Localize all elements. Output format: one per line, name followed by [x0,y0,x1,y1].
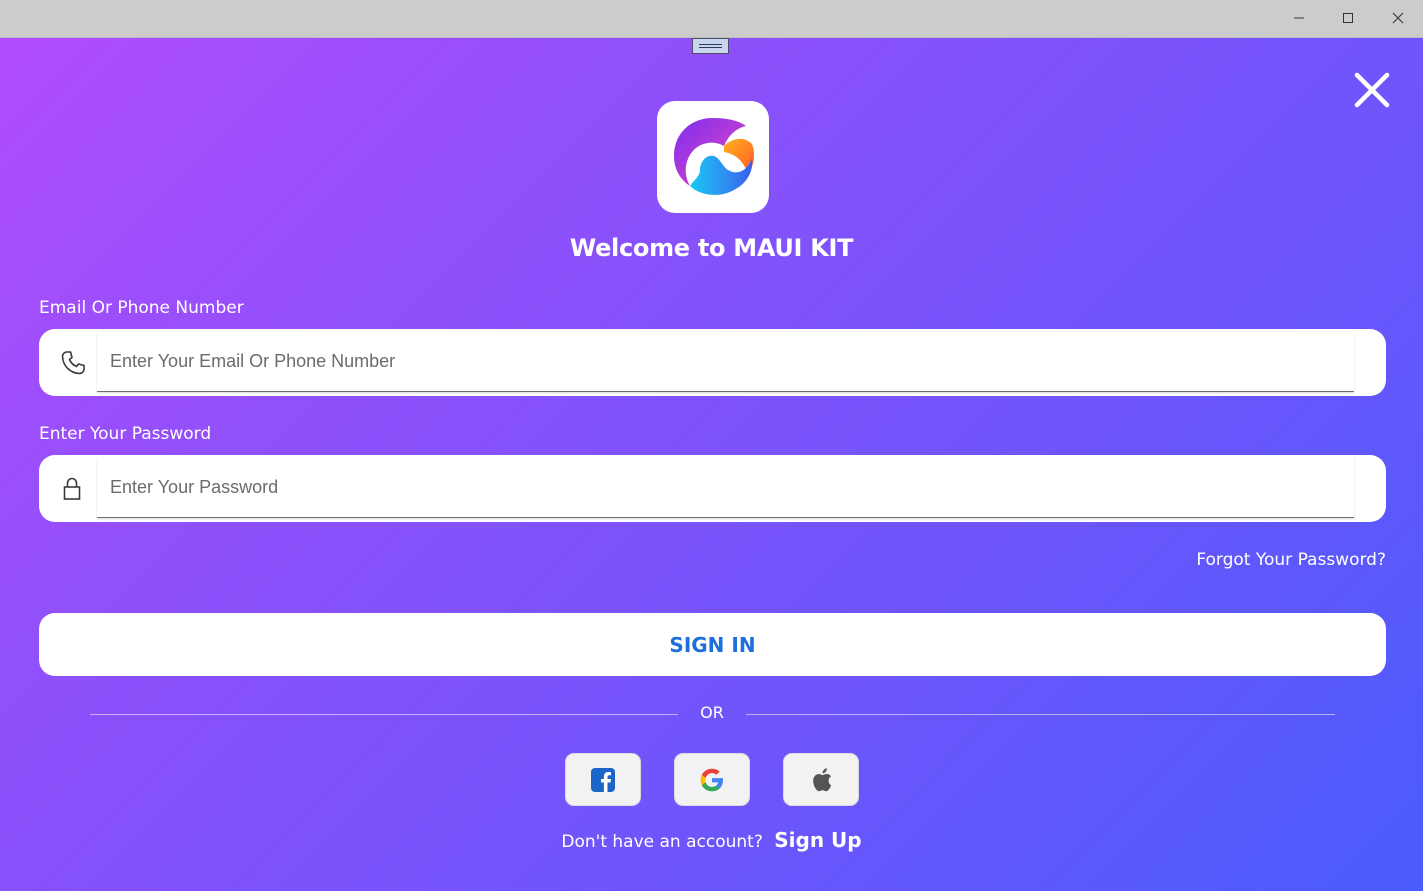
maximize-button[interactable] [1323,0,1373,36]
maximize-icon [1343,13,1353,23]
email-label: Email Or Phone Number [39,298,244,318]
signup-row: Don't have an account? Sign Up [0,828,1423,852]
apple-icon [813,767,832,791]
drag-handle[interactable] [692,38,729,54]
app-logo [657,101,769,213]
close-icon [1392,12,1404,24]
sign-in-button[interactable]: SIGN IN [39,613,1386,676]
google-icon [700,768,723,791]
login-page: Welcome to MAUI KIT Email Or Phone Numbe… [0,38,1423,891]
password-label: Enter Your Password [39,424,212,444]
app-window: Welcome to MAUI KIT Email Or Phone Numbe… [0,0,1423,891]
minimize-icon [1294,17,1304,19]
divider-right [746,714,1335,715]
or-divider-text: OR [700,703,724,722]
email-field [39,329,1386,396]
lock-icon [63,477,81,500]
close-page-button[interactable] [1352,70,1392,110]
welcome-title: Welcome to MAUI KIT [569,234,854,262]
password-field [39,455,1386,522]
apple-login-button[interactable] [783,753,859,806]
window-close-button[interactable] [1373,0,1423,36]
sign-up-link[interactable]: Sign Up [774,828,861,852]
google-login-button[interactable] [674,753,750,806]
signup-prompt: Don't have an account? [561,832,763,852]
facebook-login-button[interactable] [565,753,641,806]
maui-logo-icon [674,118,755,195]
phone-icon [61,351,85,375]
title-bar[interactable] [0,0,1423,38]
facebook-icon [591,767,615,792]
close-icon [1354,72,1390,108]
divider-left [90,714,678,715]
forgot-password-link[interactable]: Forgot Your Password? [1196,550,1386,570]
email-input[interactable] [97,332,1354,392]
minimize-button[interactable] [1274,0,1324,36]
password-input[interactable] [97,458,1354,518]
